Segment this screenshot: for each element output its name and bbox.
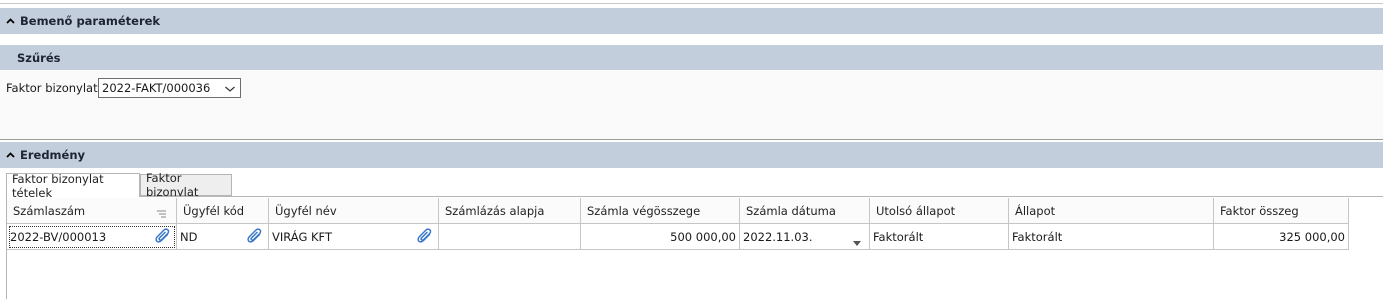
table-row-cell-szamlazas-alapja[interactable]: [439, 224, 581, 250]
column-header-label: Számla végösszege: [587, 203, 701, 218]
cell-value: ND: [180, 229, 198, 244]
column-header-label: Ügyfél kód: [183, 203, 245, 218]
result-title: Eredmény: [20, 148, 86, 162]
paperclip-icon[interactable]: [246, 227, 264, 246]
table-row-cell-szamlaszam[interactable]: 2022-BV/000013: [7, 224, 177, 250]
dropdown-arrow-icon[interactable]: [853, 235, 861, 246]
filter-title: Szűrés: [17, 50, 61, 65]
column-menu-icon[interactable]: [157, 207, 166, 218]
paperclip-icon[interactable]: [154, 227, 172, 246]
input-params-title: Bemenő paraméterek: [20, 14, 161, 28]
chevron-down-icon[interactable]: [224, 83, 236, 93]
faktor-bizonylat-label: Faktor bizonylat:: [6, 81, 102, 95]
cell-value: 2022-BV/000013: [10, 229, 107, 244]
column-header-label: Ügyfél név: [275, 203, 337, 218]
column-header-ugyfel-kod[interactable]: Ügyfél kód: [177, 198, 269, 224]
column-header-utolso-allapot[interactable]: Utolsó állapot: [870, 198, 1009, 224]
tab-faktor-bizonylat-tetelek[interactable]: Faktor bizonylat tételek: [6, 171, 140, 200]
table-row-cell-faktor-osszeg[interactable]: 325 000,00: [1214, 224, 1349, 250]
cell-value: 2022.11.03.: [743, 229, 813, 244]
paperclip-icon[interactable]: [416, 227, 434, 246]
input-params-header[interactable]: Bemenő paraméterek: [0, 8, 1383, 34]
table-row-cell-ugyfel-kod[interactable]: ND: [177, 224, 269, 250]
table-row-cell-szamla-vegosszege[interactable]: 500 000,00: [581, 224, 740, 250]
column-header-label: Utolsó állapot: [876, 203, 956, 218]
faktor-bizonylat-combobox[interactable]: 2022-FAKT/000036: [98, 78, 241, 98]
column-header-szamlaszam[interactable]: Számlaszám: [7, 198, 177, 224]
column-header-label: Faktor összeg: [1220, 203, 1299, 218]
cell-value: VIRÁG KFT: [272, 229, 332, 244]
tab-label: Faktor bizonylat tételek: [12, 171, 104, 200]
column-header-ugyfel-nev[interactable]: Ügyfél név: [269, 198, 439, 224]
table-row-cell-ugyfel-nev[interactable]: VIRÁG KFT: [269, 224, 439, 250]
table-row-cell-allapot[interactable]: Faktorált: [1009, 224, 1214, 250]
tab-faktor-bizonylat[interactable]: Faktor bizonylat: [140, 171, 232, 199]
cell-value: 500 000,00: [670, 229, 736, 244]
column-header-label: Állapot: [1015, 203, 1056, 218]
result-header[interactable]: Eredmény: [0, 142, 1383, 168]
top-border: [0, 3, 1383, 4]
column-header-label: Számla dátuma: [746, 203, 836, 218]
table-row-cell-szamla-datuma[interactable]: 2022.11.03.: [740, 224, 870, 250]
column-header-faktor-osszeg[interactable]: Faktor összeg: [1214, 198, 1349, 224]
table-row-cell-utolso-allapot[interactable]: Faktorált: [870, 224, 1009, 250]
cell-value: 325 000,00: [1279, 229, 1345, 244]
column-header-szamlazas-alapja[interactable]: Számlázás alapja: [439, 198, 581, 224]
column-header-label: Számlaszám: [13, 203, 86, 218]
column-header-szamla-datuma[interactable]: Számla dátuma: [740, 198, 870, 224]
chevron-up-icon[interactable]: [6, 150, 16, 160]
column-header-label: Számlázás alapja: [445, 203, 545, 218]
column-header-szamla-vegosszege[interactable]: Számla végösszege: [581, 198, 740, 224]
column-header-allapot[interactable]: Állapot: [1009, 198, 1214, 224]
faktor-bizonylat-value: 2022-FAKT/000036: [102, 81, 211, 95]
tab-label: Faktor bizonylat: [146, 171, 199, 199]
cell-value: Faktorált: [1012, 229, 1063, 244]
chevron-up-icon[interactable]: [6, 16, 16, 26]
section-divider: [0, 139, 1383, 140]
cell-value: Faktorált: [873, 229, 924, 244]
filter-header: Szűrés: [0, 45, 1383, 70]
